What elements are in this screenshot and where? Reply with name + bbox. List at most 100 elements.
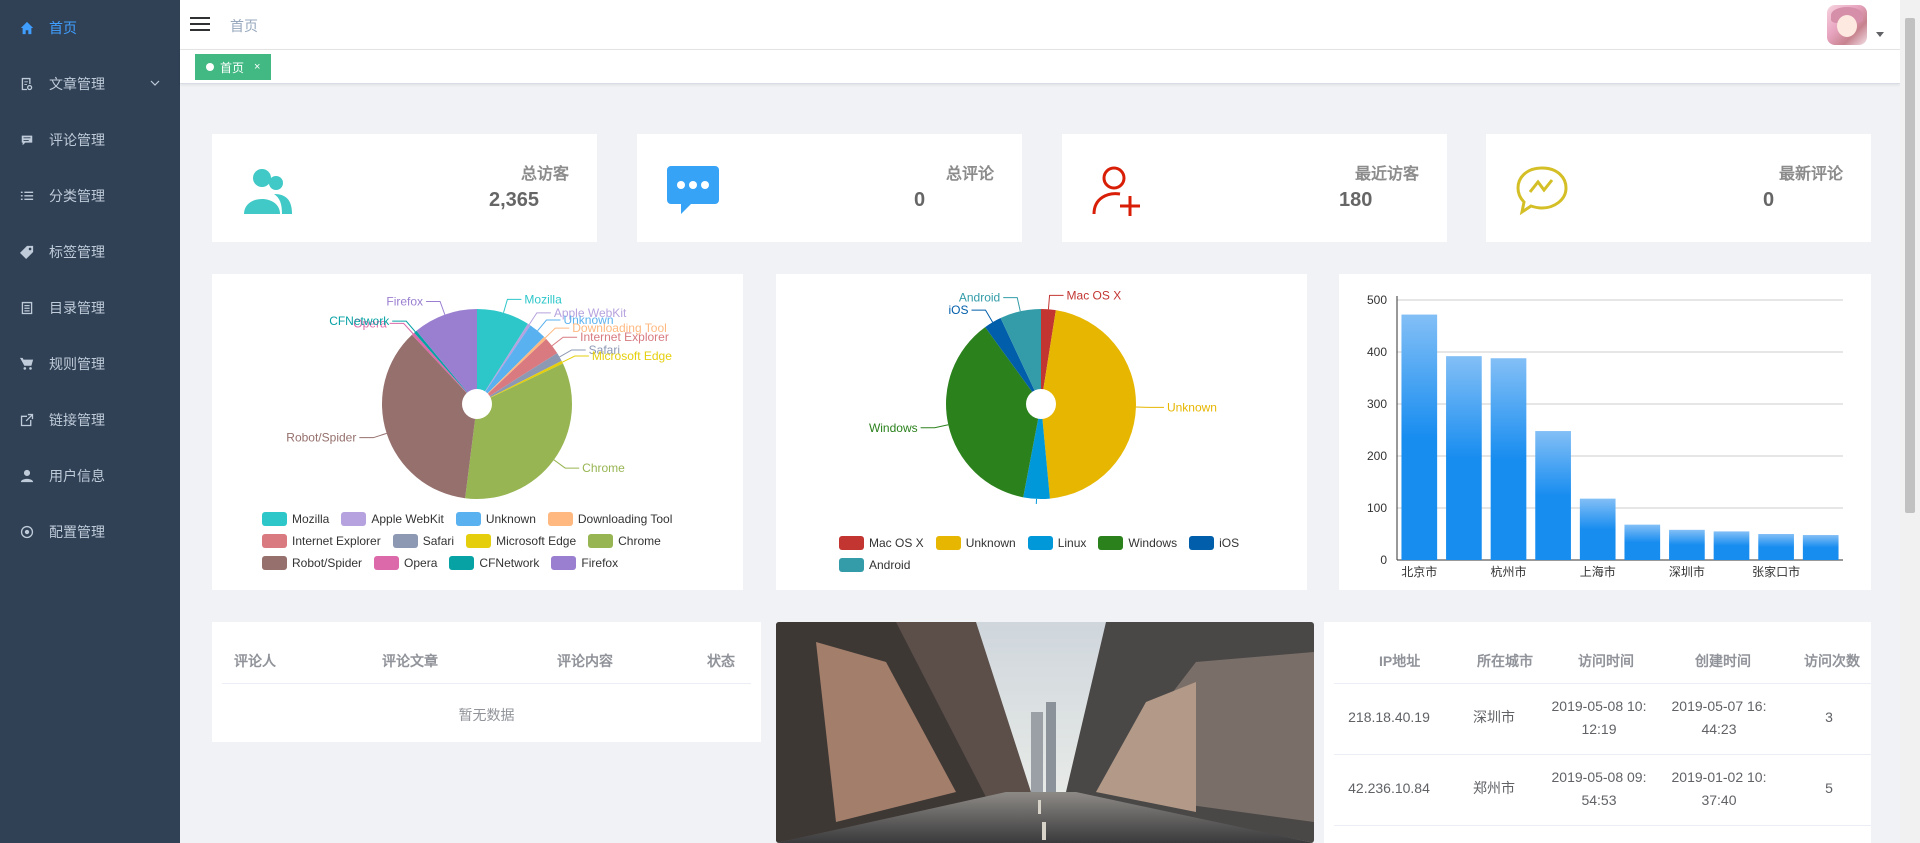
legend-swatch (262, 556, 287, 570)
article-icon (20, 77, 34, 91)
bar[interactable] (1624, 524, 1661, 560)
bar[interactable] (1669, 529, 1705, 560)
legend-swatch (935, 536, 961, 550)
sidebar-item-label: 规则管理 (49, 356, 105, 372)
legend-item[interactable]: Internet Explorer (262, 534, 381, 548)
scrollbar-thumb[interactable] (1905, 18, 1915, 513)
comment-icon (20, 133, 34, 147)
legend-swatch (839, 558, 864, 572)
legend-label: Safari (422, 534, 455, 548)
column-header-visit-count[interactable]: 访问次数 (1804, 651, 1860, 671)
tags-view: 首页 × (180, 50, 1900, 84)
street-photo (776, 622, 1314, 843)
column-header-status[interactable]: 状态 (707, 651, 735, 671)
avatar[interactable] (1827, 5, 1867, 45)
comment-table: 评论人 评论文章 评论内容 状态 暂无数据 (212, 622, 761, 742)
stat-card-recent-visitors[interactable]: 最近访客 180 (1062, 134, 1447, 242)
legend-item[interactable]: Safari (392, 534, 455, 548)
tag-home[interactable]: 首页 × (195, 54, 272, 80)
legend-item[interactable]: iOS (1189, 536, 1239, 550)
column-header-content[interactable]: 评论内容 (557, 651, 613, 671)
pie-label-line (359, 432, 387, 439)
legend-item[interactable]: Linux (1027, 536, 1086, 550)
sidebar-item-categories[interactable]: 分类管理 (0, 168, 180, 224)
pie-label-line (971, 309, 994, 323)
cell-city: 郑州市 (1473, 780, 1515, 796)
users-icon (244, 169, 292, 214)
bar[interactable] (1490, 358, 1527, 560)
sidebar-item-catalog[interactable]: 目录管理 (0, 280, 180, 336)
tag-label: 首页 (220, 60, 245, 75)
stat-card-total-comments[interactable]: 总评论 0 (637, 134, 1022, 242)
sidebar-item-home[interactable]: 首页 (0, 0, 180, 56)
home-icon (20, 21, 34, 35)
pie-label-line (562, 355, 589, 363)
bar[interactable] (1535, 431, 1571, 560)
pie-label: iOS (948, 303, 968, 317)
legend-item[interactable]: Microsoft Edge (466, 534, 576, 548)
bar[interactable] (1802, 535, 1839, 560)
legend-item[interactable]: Firefox (551, 556, 618, 570)
pie-label: Robot/Spider (286, 431, 356, 445)
bar[interactable] (1446, 356, 1482, 560)
link-icon (20, 413, 34, 427)
bar[interactable] (1713, 531, 1750, 560)
stat-card-latest-comments[interactable]: 最新评论 0 (1486, 134, 1871, 242)
pie-label-line (1003, 297, 1021, 312)
column-header-ip[interactable]: IP地址 (1379, 651, 1420, 671)
page-scrollbar[interactable] (1900, 0, 1920, 843)
legend-swatch (455, 512, 481, 526)
sidebar-item-settings[interactable]: 配置管理 (0, 504, 180, 560)
city-bar-chart-panel: 0 100 200 300 400 500 北京市 杭州市 上海市 深圳市 张家口市 (1339, 274, 1871, 590)
bar[interactable] (1579, 498, 1616, 560)
legend-item[interactable]: Unknown (935, 536, 1016, 550)
sidebar-item-label: 链接管理 (49, 412, 105, 428)
column-header-create-time[interactable]: 创建时间 (1695, 651, 1751, 671)
pie-label: Chrome (582, 461, 625, 475)
legend-item[interactable]: Opera (374, 556, 437, 570)
stat-label: 最新评论 (1778, 166, 1843, 183)
sidebar-item-user-info[interactable]: 用户信息 (0, 448, 180, 504)
legend-item[interactable]: Unknown (455, 512, 536, 526)
stat-card-total-visitors[interactable]: 总访客 2,365 (212, 134, 597, 242)
breadcrumb[interactable]: 首页 (230, 16, 258, 36)
sidebar-item-comments[interactable]: 评论管理 (0, 112, 180, 168)
stat-value: 180 (1339, 189, 1373, 211)
empty-state-text: 暂无数据 (458, 707, 515, 723)
close-icon[interactable]: × (254, 61, 260, 73)
legend-item[interactable]: Mozilla (262, 512, 329, 526)
pie-label: CFNetwork (329, 314, 390, 328)
pie-label: Microsoft Edge (592, 349, 672, 363)
cell-visit-count: 3 (1825, 709, 1833, 725)
legend-item[interactable]: CFNetwork (449, 556, 539, 570)
column-header-commenter[interactable]: 评论人 (234, 651, 276, 671)
add-user-icon (1092, 166, 1140, 216)
column-header-article[interactable]: 评论文章 (382, 651, 438, 671)
pie-label-line (544, 327, 570, 339)
legend-item[interactable]: Robot/Spider (262, 556, 362, 570)
sidebar-item-label: 目录管理 (49, 300, 105, 316)
legend-item[interactable]: Chrome (588, 534, 661, 548)
sidebar-item-tags[interactable]: 标签管理 (0, 224, 180, 280)
sidebar-item-links[interactable]: 链接管理 (0, 392, 180, 448)
y-tick-label: 200 (1367, 449, 1387, 463)
legend-item[interactable]: Android (839, 558, 910, 572)
legend-item[interactable]: Downloading Tool (547, 512, 672, 526)
bar[interactable] (1401, 314, 1438, 560)
column-header-city[interactable]: 所在城市 (1477, 651, 1533, 671)
legend-item[interactable]: Mac OS X (839, 536, 924, 550)
sidebar-item-rules[interactable]: 规则管理 (0, 336, 180, 392)
column-header-visit-time[interactable]: 访问时间 (1578, 651, 1634, 671)
pie-label-line (537, 319, 561, 332)
os-pie-chart: Mac OS XUnknownLinuxWindowsiOSAndroid (869, 288, 1217, 504)
bar[interactable] (1758, 534, 1794, 560)
legend-item[interactable]: Windows (1098, 536, 1177, 550)
legend-label: Microsoft Edge (496, 534, 577, 548)
legend-item[interactable]: Apple WebKit (341, 512, 444, 526)
sidebar-item-label: 标签管理 (49, 244, 105, 260)
browser-chart-panel: Mozilla Apple WebKit Unknown Downloading To… (212, 274, 743, 590)
hamburger-menu-icon[interactable] (190, 14, 210, 34)
pie-label-line (1047, 294, 1064, 310)
caret-down-icon[interactable] (1876, 32, 1884, 37)
sidebar-item-articles[interactable]: 文章管理 (0, 56, 180, 112)
